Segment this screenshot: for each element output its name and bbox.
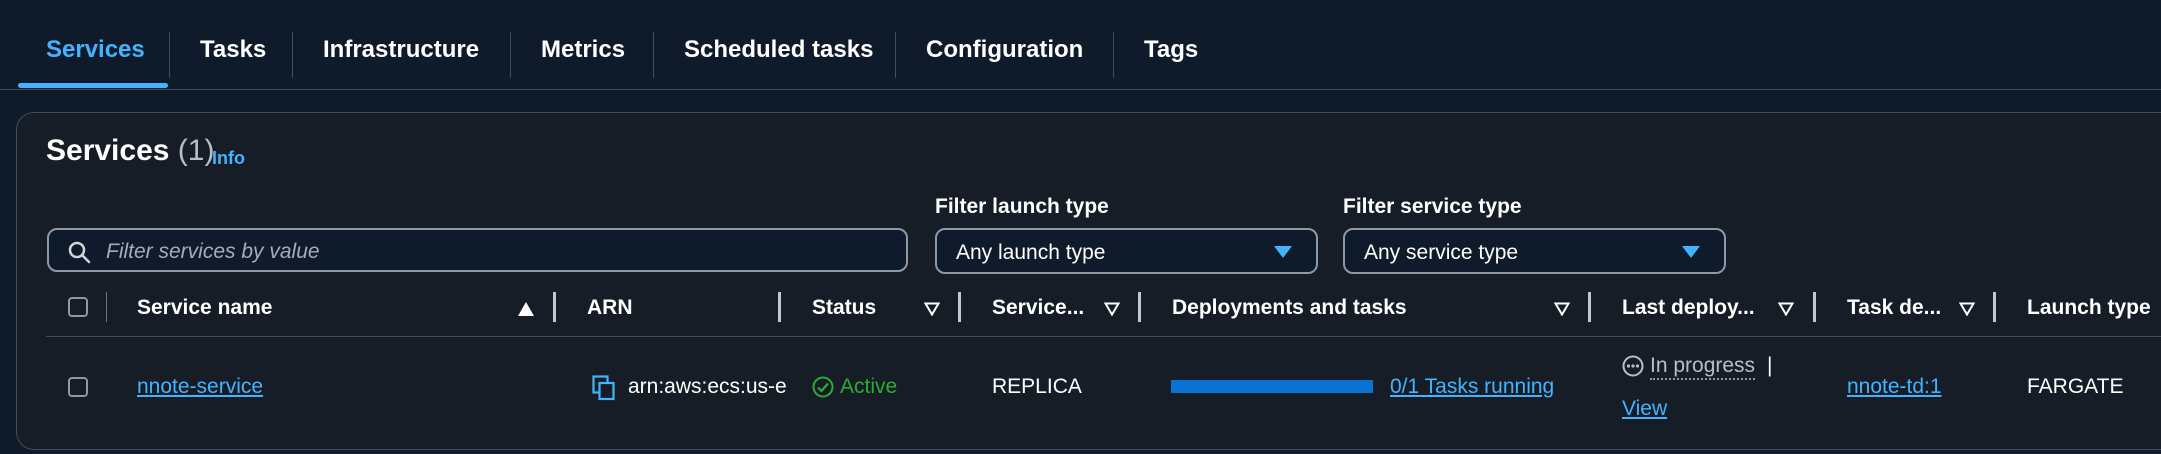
column-divider[interactable] <box>958 292 961 322</box>
sort-icon[interactable] <box>1554 302 1570 316</box>
tab-divider <box>653 32 654 78</box>
service-type-value: REPLICA <box>992 375 1082 398</box>
services-count: (1) <box>177 134 215 167</box>
column-header-last-deployment[interactable]: Last deploy... <box>1622 296 1755 320</box>
launch-type-filter-label: Filter launch type <box>935 195 1109 218</box>
tab-divider <box>292 32 293 78</box>
header-divider <box>46 336 2161 337</box>
column-header-arn[interactable]: ARN <box>587 296 633 320</box>
deployment-separator: | <box>1767 354 1773 377</box>
tab-scheduled-tasks[interactable]: Scheduled tasks <box>684 36 873 64</box>
info-link[interactable]: Info <box>212 148 245 169</box>
tab-configuration[interactable]: Configuration <box>926 36 1083 64</box>
tab-divider <box>1113 32 1114 78</box>
column-divider[interactable] <box>1138 292 1141 322</box>
services-panel <box>16 112 2161 450</box>
service-search-field[interactable] <box>47 228 908 272</box>
active-tab-indicator <box>18 83 168 88</box>
service-type-value: Any service type <box>1364 241 1519 264</box>
caret-down-icon <box>1274 246 1292 258</box>
column-divider[interactable] <box>778 292 781 322</box>
deployment-status-text[interactable]: In progress <box>1650 354 1756 380</box>
status-check-icon <box>812 376 834 398</box>
column-header-status[interactable]: Status <box>812 296 876 320</box>
task-definition-link[interactable]: nnote-td:1 <box>1847 375 1942 399</box>
column-divider[interactable] <box>1588 292 1591 322</box>
copy-icon[interactable] <box>592 375 616 401</box>
column-divider[interactable] <box>1813 292 1816 322</box>
launch-type-value: FARGATE <box>2027 375 2124 398</box>
tab-divider <box>169 32 170 78</box>
tasks-progress-bar <box>1171 380 1373 393</box>
tab-divider <box>895 32 896 78</box>
caret-down-icon <box>1682 246 1700 258</box>
view-deployment-link[interactable]: View <box>1622 397 1667 421</box>
column-header-task-definition[interactable]: Task de... <box>1847 296 1941 320</box>
page-title: Services (1) <box>46 134 214 168</box>
tasks-running-link[interactable]: 0/1 Tasks running <box>1390 375 1554 399</box>
column-divider[interactable] <box>1993 292 1996 322</box>
column-header-service-type[interactable]: Service... <box>992 296 1084 320</box>
tab-services[interactable]: Services <box>46 36 145 64</box>
status-badge: Active <box>840 375 898 398</box>
tab-infrastructure[interactable]: Infrastructure <box>323 36 479 64</box>
tab-divider <box>510 32 511 78</box>
column-header-launch-type[interactable]: Launch type <box>2027 296 2151 320</box>
sort-icon[interactable] <box>1959 302 1975 316</box>
launch-type-value: Any launch type <box>956 241 1106 264</box>
tab-bar: Services Tasks Infrastructure Metrics Sc… <box>0 0 2161 90</box>
service-name-link[interactable]: nnote-service <box>137 375 263 399</box>
sort-icon[interactable] <box>924 302 940 316</box>
column-header-deployments-and-tasks[interactable]: Deployments and tasks <box>1172 296 1407 320</box>
sort-icon[interactable] <box>1104 302 1120 316</box>
search-icon <box>68 241 91 264</box>
launch-type-select[interactable]: Any launch type <box>935 228 1318 274</box>
service-type-select[interactable]: Any service type <box>1343 228 1726 274</box>
tab-metrics[interactable]: Metrics <box>541 36 625 64</box>
select-all-checkbox[interactable] <box>68 297 88 317</box>
service-type-filter-label: Filter service type <box>1343 195 1522 218</box>
column-header-service-name[interactable]: Service name <box>137 296 272 320</box>
arn-value: arn:aws:ecs:us-e <box>628 375 787 398</box>
in-progress-icon <box>1622 355 1644 377</box>
row-select-checkbox[interactable] <box>68 377 88 397</box>
search-input[interactable] <box>104 238 888 266</box>
services-title: Services <box>46 134 170 167</box>
tab-tags[interactable]: Tags <box>1144 36 1198 64</box>
column-divider <box>106 292 107 322</box>
tab-tasks[interactable]: Tasks <box>200 36 266 64</box>
sort-icon[interactable] <box>1778 302 1794 316</box>
column-divider[interactable] <box>553 292 556 322</box>
sort-ascending-icon[interactable] <box>518 302 534 316</box>
